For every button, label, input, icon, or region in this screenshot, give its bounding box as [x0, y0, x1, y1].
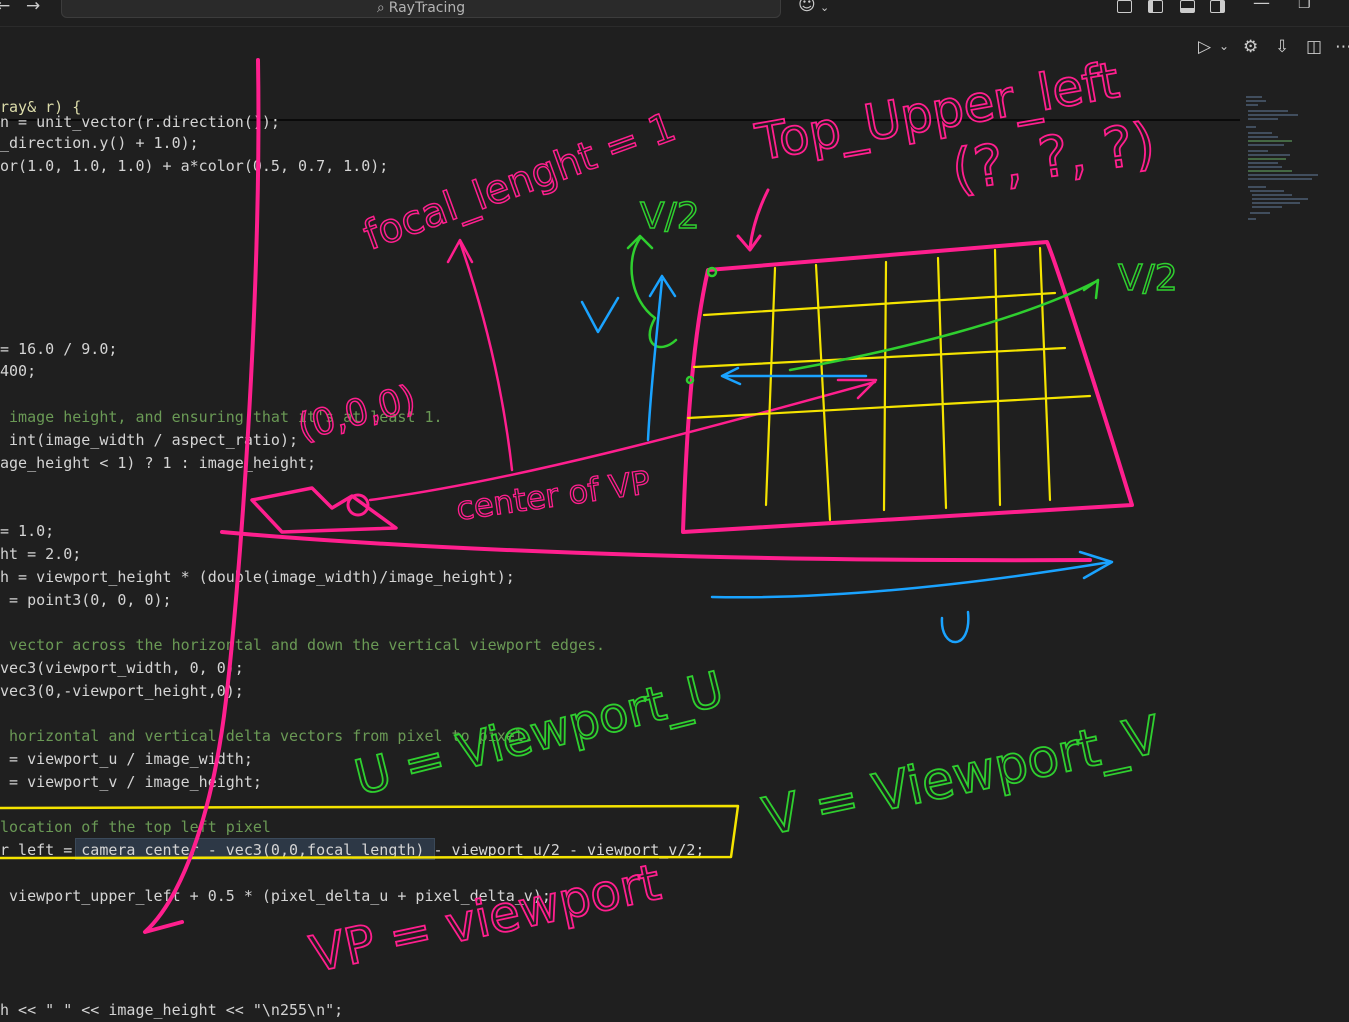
toggle-secondary-sidebar-icon[interactable] [1210, 0, 1225, 13]
code-comment[interactable]: horizontal and vertical delta vectors fr… [0, 726, 533, 746]
code-comment[interactable]: vector across the horizontal and down th… [0, 635, 605, 655]
back-arrow-icon[interactable]: ← [0, 0, 10, 15]
code-line[interactable]: int(image_width / aspect_ratio); [0, 430, 298, 450]
code-line[interactable]: vec3(viewport_width, 0, 0); [0, 658, 244, 678]
copilot-icon[interactable]: ☺ [798, 0, 816, 14]
code-editor[interactable] [0, 69, 1240, 1022]
search-text: RayTracing [388, 0, 466, 16]
code-line[interactable]: h << " " << image_height << "\n255\n"; [0, 1000, 343, 1020]
code-line[interactable]: ht = 2.0; [0, 544, 81, 564]
code-line[interactable]: 400; [0, 361, 36, 381]
command-center-search[interactable]: ⌕ RayTracing [61, 0, 781, 18]
forward-arrow-icon[interactable]: → [26, 0, 40, 15]
code-comment[interactable]: image height, and ensuring that it's at … [0, 407, 443, 427]
settings-gear-icon[interactable]: ⚙ [1243, 37, 1258, 57]
code-line[interactable]: = viewport_u / image_width; [0, 749, 253, 769]
minimap[interactable] [1242, 90, 1322, 230]
code-line[interactable]: _direction.y() + 1.0); [0, 133, 199, 153]
code-line[interactable]: n = unit_vector(r.direction()); [0, 112, 280, 132]
toggle-primary-sidebar-icon[interactable] [1148, 0, 1163, 13]
code-line[interactable]: or(1.0, 1.0, 1.0) + a*color(0.5, 0.7, 1.… [0, 156, 388, 176]
editor-toolbar [0, 27, 1349, 69]
chevron-down-icon[interactable]: ⌄ [820, 0, 829, 16]
download-icon[interactable]: ⇩ [1275, 37, 1289, 57]
code-line[interactable]: vec3(0,-viewport_height,0); [0, 681, 244, 701]
split-editor-icon[interactable]: ◫ [1306, 37, 1322, 57]
more-icon[interactable]: ⋯ [1335, 37, 1349, 57]
title-bar: ← → ⌕ RayTracing ☺ ⌄ — ❐ [0, 0, 1349, 27]
code-line[interactable]: r_left = camera_center - vec3(0,0,focal_… [0, 840, 704, 860]
code-line[interactable]: h = viewport_height * (double(image_widt… [0, 567, 515, 587]
toggle-panel-icon[interactable] [1180, 0, 1195, 13]
restore-icon[interactable]: ❐ [1298, 0, 1311, 13]
code-line[interactable]: viewport_upper_left + 0.5 * (pixel_delta… [0, 886, 551, 906]
code-line[interactable]: = 16.0 / 9.0; [0, 339, 117, 359]
search-icon: ⌕ [376, 0, 385, 16]
customize-layout-icon[interactable] [1117, 0, 1132, 13]
code-line[interactable]: = point3(0, 0, 0); [0, 590, 172, 610]
code-line[interactable]: = 1.0; [0, 521, 54, 541]
run-dropdown-icon[interactable]: ⌄ [1219, 39, 1229, 53]
code-comment[interactable]: location of the top left pixel [0, 817, 271, 837]
run-icon[interactable]: ▷ [1198, 37, 1211, 57]
code-line[interactable]: age_height < 1) ? 1 : image_height; [0, 453, 316, 473]
minimize-icon[interactable]: — [1253, 0, 1270, 12]
code-line[interactable]: = viewport_v / image_height; [0, 772, 262, 792]
